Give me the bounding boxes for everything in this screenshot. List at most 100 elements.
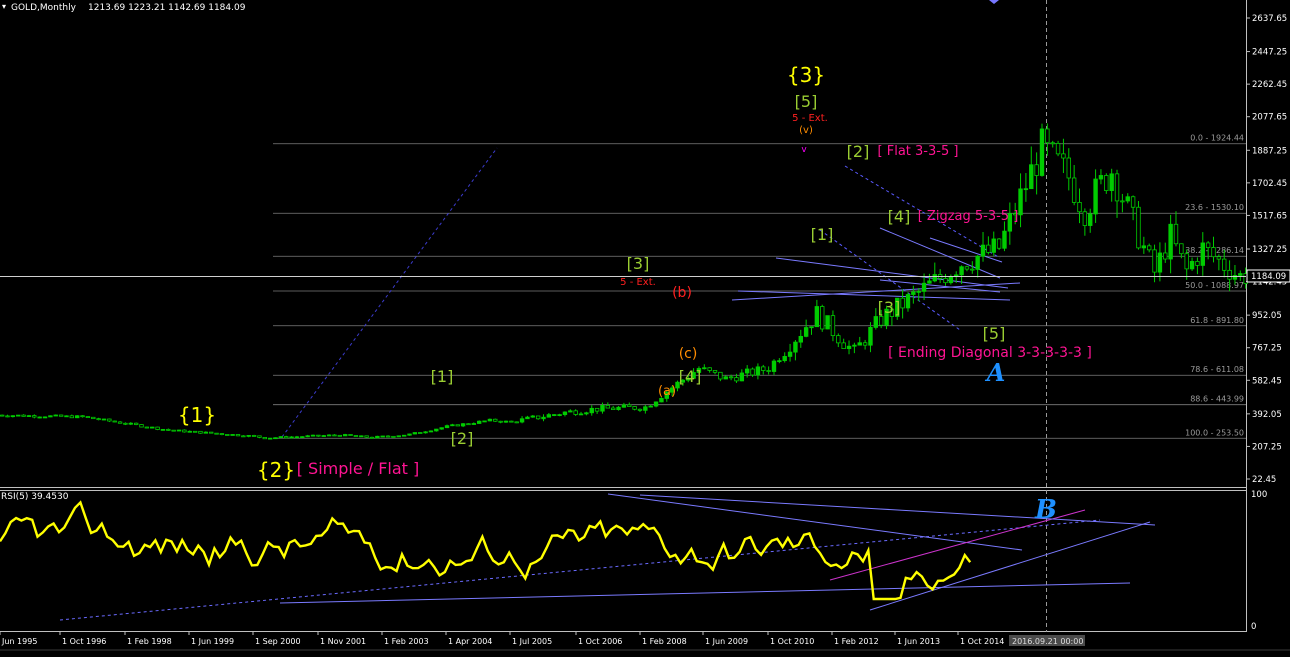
rsi-dashed-trend [59, 519, 1101, 621]
candle-body [868, 326, 873, 346]
fib-level-label: 0.0 - 1924.44 [1190, 134, 1244, 143]
candle-body [493, 418, 498, 422]
candle-body [541, 416, 546, 420]
wave-label-a: A [985, 358, 1006, 387]
candle-body [557, 414, 562, 416]
candle-body [702, 367, 707, 370]
wave-label: [3] [878, 298, 901, 317]
candle-body [1200, 242, 1205, 266]
candle-body [284, 436, 289, 439]
price-axis[interactable]: 2637.65 2447.25 2262.45 2077.65 1887.25 1702.… [1246, 14, 1287, 485]
candle-body [80, 415, 85, 418]
candle-body [503, 420, 509, 423]
candle-body [1077, 202, 1082, 213]
candle-body [712, 370, 718, 373]
current-price-label: 1184.09 [1251, 272, 1286, 282]
candle-body [648, 405, 653, 408]
rsi-trend-line [607, 493, 1023, 551]
candle-body [278, 436, 284, 439]
price-axis-tick: 1327.25 [1252, 245, 1287, 255]
candle-body [166, 428, 171, 431]
candle-body [187, 430, 192, 433]
candle-body [707, 367, 712, 371]
candle-body [943, 278, 948, 284]
candle-body [455, 424, 460, 427]
candle-body [621, 404, 627, 408]
wave-label: {2} [257, 458, 295, 482]
candle-body [267, 437, 273, 440]
candle-body [348, 434, 353, 436]
candle-body [643, 406, 648, 411]
candle-body [878, 316, 884, 326]
candle-body [1227, 269, 1232, 280]
price-axis-tick: 1887.25 [1252, 146, 1287, 156]
candle-body [562, 411, 568, 415]
trend-line [775, 257, 1009, 289]
candle-body [1034, 164, 1039, 176]
candle-body [852, 344, 857, 347]
fib-level-label: 23.6 - 1530.10 [1185, 203, 1244, 212]
candle-body [32, 415, 37, 418]
candle-body [600, 405, 605, 412]
candle-body [300, 436, 305, 439]
candle-body [487, 418, 493, 422]
rsi-trend-lines[interactable] [59, 493, 1156, 621]
time-axis[interactable]: Jun 1995 1 Oct 1996 1 Feb 1998 1 Jun 1999 1 … [0, 632, 1004, 646]
fib-level-label: 78.6 - 611.08 [1190, 365, 1244, 374]
candle-body [225, 434, 230, 436]
candle-body [1120, 200, 1125, 203]
candle-body [133, 422, 139, 425]
candle-body [1061, 153, 1066, 159]
price-axis-tick: 582.45 [1252, 376, 1282, 386]
wave-labels: {3}[5]5 - Ext.(v)v [2][ Flat 3-3-5 ][4][ … [178, 63, 1092, 482]
candle-body [1029, 164, 1034, 190]
candle-body [514, 421, 519, 424]
candle-body [107, 418, 112, 422]
candle-body [428, 430, 434, 433]
candle-body [830, 315, 836, 337]
candle-body [85, 416, 91, 418]
wave-label: [1] [811, 225, 834, 244]
candle-body [369, 436, 375, 439]
candle-body [637, 408, 643, 411]
price-axis-tick: 392.05 [1252, 410, 1282, 420]
candle-body [160, 428, 166, 431]
time-axis-tick: 1 Jun 2013 [897, 637, 940, 646]
wave-label: 5 - Ext. [792, 113, 828, 124]
candle-body [578, 413, 584, 416]
candle-body [820, 306, 825, 330]
time-axis-tick: 1 Jun 2009 [705, 637, 748, 646]
candle-body [235, 434, 241, 437]
candle-body [380, 435, 385, 438]
candle-body [1066, 157, 1071, 179]
candle-body [1152, 249, 1157, 273]
candle-body [1114, 173, 1120, 202]
time-axis-tick: 1 Apr 2004 [448, 637, 492, 646]
candle-body [1189, 261, 1195, 270]
candle-body [418, 432, 423, 434]
candle-body [1216, 256, 1222, 260]
candle-body [632, 406, 637, 410]
wave-label: (v) [799, 125, 813, 136]
candle-body [921, 282, 927, 292]
candle-body [262, 436, 267, 440]
candle-body [412, 432, 418, 435]
candle-body [257, 435, 262, 438]
candle-body [332, 434, 337, 437]
candle-body [208, 431, 214, 434]
candle-body [900, 297, 905, 309]
candle-body [214, 432, 219, 435]
fib-level-label: 100.0 - 253.50 [1185, 428, 1244, 437]
wave-label: [4] [888, 207, 911, 226]
wave-label: [3] [627, 254, 650, 273]
chart-frame [0, 0, 1247, 632]
candle-body [342, 434, 348, 437]
trend-lines[interactable] [281, 147, 1021, 438]
candle-body [905, 294, 911, 309]
chart-canvas[interactable]: ▾ GOLD,Monthly 1213.69 1223.21 1142.69 1… [0, 0, 1290, 657]
candle-body [0, 414, 5, 417]
scroll-marker-icon[interactable] [989, 0, 999, 4]
wave-label: v [801, 145, 807, 155]
candle-body [814, 306, 820, 328]
candle-body [69, 415, 75, 419]
